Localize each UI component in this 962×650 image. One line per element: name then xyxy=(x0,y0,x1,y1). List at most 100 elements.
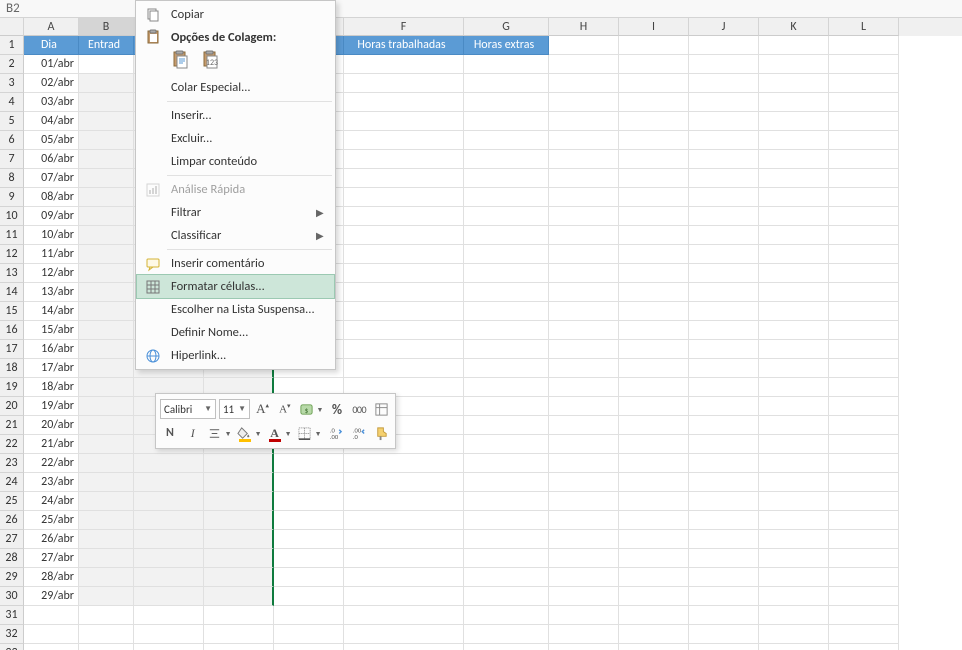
cell-L12[interactable] xyxy=(829,245,899,264)
cell-B6[interactable] xyxy=(79,131,134,150)
cell-K6[interactable] xyxy=(759,131,829,150)
cell-G18[interactable] xyxy=(464,359,549,378)
cell-F16[interactable] xyxy=(344,321,464,340)
cell-A14[interactable]: 13/abr xyxy=(24,283,79,302)
cell-A15[interactable]: 14/abr xyxy=(24,302,79,321)
row-header-24[interactable]: 24 xyxy=(0,473,24,492)
column-header-L[interactable]: L xyxy=(829,18,899,36)
cell-G14[interactable] xyxy=(464,283,549,302)
cell-A23[interactable]: 22/abr xyxy=(24,454,79,473)
row-header-23[interactable]: 23 xyxy=(0,454,24,473)
row-header-17[interactable]: 17 xyxy=(0,340,24,359)
menu-hyperlink[interactable]: Hiperlink... xyxy=(137,344,334,367)
row-header-15[interactable]: 15 xyxy=(0,302,24,321)
cell-F10[interactable] xyxy=(344,207,464,226)
cell-H16[interactable] xyxy=(549,321,619,340)
cell-F18[interactable] xyxy=(344,359,464,378)
cell-G4[interactable] xyxy=(464,93,549,112)
cell-A27[interactable]: 26/abr xyxy=(24,530,79,549)
cell-L3[interactable] xyxy=(829,74,899,93)
cell-F9[interactable] xyxy=(344,188,464,207)
cell-C23[interactable] xyxy=(134,454,204,473)
cell-A33[interactable] xyxy=(24,644,79,650)
cell-L7[interactable] xyxy=(829,150,899,169)
cell-K15[interactable] xyxy=(759,302,829,321)
cell-B23[interactable] xyxy=(79,454,134,473)
font-name-combo[interactable]: Calibri ▼ xyxy=(160,399,216,419)
cell-A17[interactable]: 16/abr xyxy=(24,340,79,359)
cell-G26[interactable] xyxy=(464,511,549,530)
cell-J21[interactable] xyxy=(689,416,759,435)
dropdown-icon[interactable]: ▼ xyxy=(314,423,323,443)
row-header-5[interactable]: 5 xyxy=(0,112,24,131)
row-header-21[interactable]: 21 xyxy=(0,416,24,435)
cell-A21[interactable]: 20/abr xyxy=(24,416,79,435)
cell-H6[interactable] xyxy=(549,131,619,150)
cell-F27[interactable] xyxy=(344,530,464,549)
cell-I33[interactable] xyxy=(619,644,689,650)
cell-K4[interactable] xyxy=(759,93,829,112)
cell-I15[interactable] xyxy=(619,302,689,321)
cell-A26[interactable]: 25/abr xyxy=(24,511,79,530)
cell-H21[interactable] xyxy=(549,416,619,435)
cell-A5[interactable]: 04/abr xyxy=(24,112,79,131)
cell-A20[interactable]: 19/abr xyxy=(24,397,79,416)
cell-I10[interactable] xyxy=(619,207,689,226)
cell-F26[interactable] xyxy=(344,511,464,530)
cell-G12[interactable] xyxy=(464,245,549,264)
cell-K32[interactable] xyxy=(759,625,829,644)
cell-I25[interactable] xyxy=(619,492,689,511)
cell-K10[interactable] xyxy=(759,207,829,226)
name-box[interactable]: B2 xyxy=(0,1,100,16)
cell-E25[interactable] xyxy=(274,492,344,511)
cell-E30[interactable] xyxy=(274,587,344,606)
cell-F33[interactable] xyxy=(344,644,464,650)
cell-A1[interactable]: Dia xyxy=(24,36,79,55)
cell-B17[interactable] xyxy=(79,340,134,359)
cell-J10[interactable] xyxy=(689,207,759,226)
column-header-H[interactable]: H xyxy=(549,18,619,36)
cell-K11[interactable] xyxy=(759,226,829,245)
cell-G28[interactable] xyxy=(464,549,549,568)
column-header-I[interactable]: I xyxy=(619,18,689,36)
cell-D26[interactable] xyxy=(204,511,274,530)
cell-A10[interactable]: 09/abr xyxy=(24,207,79,226)
cell-I20[interactable] xyxy=(619,397,689,416)
cell-A25[interactable]: 24/abr xyxy=(24,492,79,511)
cell-K12[interactable] xyxy=(759,245,829,264)
cell-L30[interactable] xyxy=(829,587,899,606)
cell-G16[interactable] xyxy=(464,321,549,340)
row-header-6[interactable]: 6 xyxy=(0,131,24,150)
row-header-19[interactable]: 19 xyxy=(0,378,24,397)
cell-A29[interactable]: 28/abr xyxy=(24,568,79,587)
cell-J14[interactable] xyxy=(689,283,759,302)
cell-I30[interactable] xyxy=(619,587,689,606)
row-header-29[interactable]: 29 xyxy=(0,568,24,587)
format-painter-button[interactable] xyxy=(372,399,391,419)
align-split[interactable]: ▼ xyxy=(206,423,233,443)
cell-A16[interactable]: 15/abr xyxy=(24,321,79,340)
cell-J17[interactable] xyxy=(689,340,759,359)
dropdown-icon[interactable]: ▼ xyxy=(224,423,233,443)
cell-G11[interactable] xyxy=(464,226,549,245)
cell-H31[interactable] xyxy=(549,606,619,625)
cell-H26[interactable] xyxy=(549,511,619,530)
cell-A12[interactable]: 11/abr xyxy=(24,245,79,264)
row-header-33[interactable]: 33 xyxy=(0,644,24,650)
cell-K20[interactable] xyxy=(759,397,829,416)
cell-G17[interactable] xyxy=(464,340,549,359)
cell-A31[interactable] xyxy=(24,606,79,625)
cell-I4[interactable] xyxy=(619,93,689,112)
row-header-4[interactable]: 4 xyxy=(0,93,24,112)
cell-G30[interactable] xyxy=(464,587,549,606)
cell-I17[interactable] xyxy=(619,340,689,359)
cell-H12[interactable] xyxy=(549,245,619,264)
cell-I28[interactable] xyxy=(619,549,689,568)
comma-style-button[interactable]: 000 xyxy=(350,399,369,419)
row-header-12[interactable]: 12 xyxy=(0,245,24,264)
cell-E24[interactable] xyxy=(274,473,344,492)
row-header-30[interactable]: 30 xyxy=(0,587,24,606)
cell-K3[interactable] xyxy=(759,74,829,93)
cell-A28[interactable]: 27/abr xyxy=(24,549,79,568)
cell-A3[interactable]: 02/abr xyxy=(24,74,79,93)
